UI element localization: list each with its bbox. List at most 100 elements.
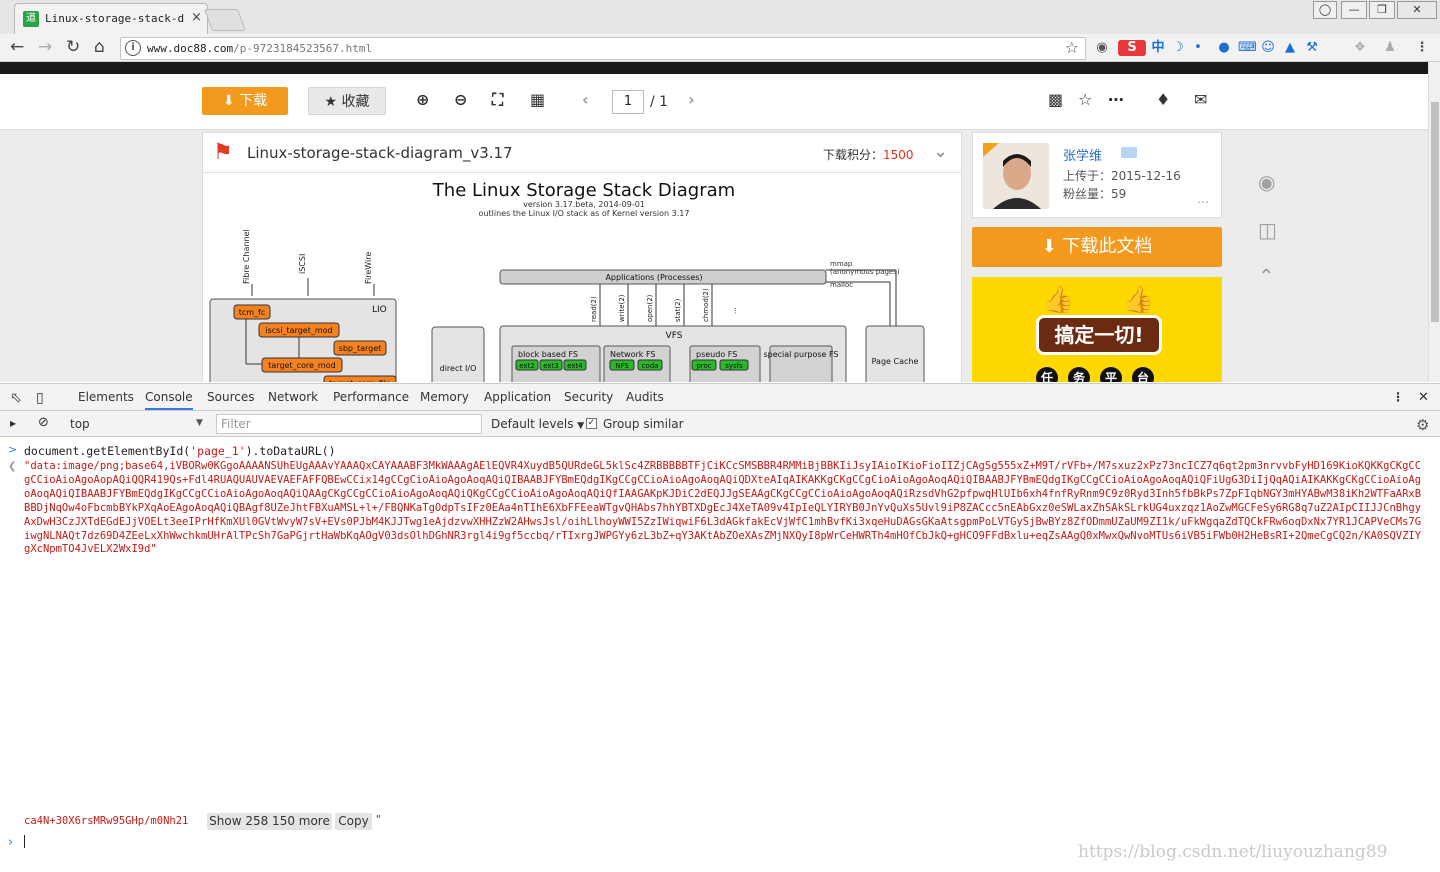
- console-output-area[interactable]: > document.getElementById('page_1').toDa…: [0, 437, 1440, 872]
- log-levels-select[interactable]: Default levels ▼: [491, 417, 584, 431]
- vfs-label: VFS: [666, 331, 683, 341]
- applications-label: Applications (Processes): [605, 273, 702, 282]
- lio-target-core-mod: target_core_mod: [268, 361, 335, 370]
- back-to-top-icon[interactable]: ⌃: [1258, 264, 1275, 288]
- uploader-card: 张学维 上传于：2015-12-16 粉丝量：59 ⋯: [972, 132, 1222, 218]
- forward-arrow-icon[interactable]: →: [38, 37, 52, 57]
- download-button[interactable]: ⬇ 下载: [202, 87, 288, 115]
- ad-banner[interactable]: 👍 👍 搞定一切! 任 务 平 台: [972, 277, 1222, 382]
- bell-icon[interactable]: ♦: [1156, 90, 1170, 109]
- tab-security[interactable]: Security: [564, 390, 613, 404]
- scrollbar-thumb[interactable]: [1431, 102, 1439, 322]
- qrcode-icon[interactable]: ▩: [1048, 90, 1063, 109]
- bookmark-star-icon[interactable]: ☆: [1065, 38, 1079, 57]
- output-arrow-icon: ❮: [8, 461, 17, 472]
- address-bar[interactable]: i www.doc88.com/p-9723184523567.html ☆: [120, 37, 1086, 60]
- favorite-button[interactable]: ★ 收藏: [308, 87, 386, 115]
- tab-elements[interactable]: Elements: [78, 390, 134, 404]
- extension-globe-icon[interactable]: ◉: [1094, 40, 1110, 56]
- console-input-caret[interactable]: [24, 835, 25, 848]
- ime-user-icon[interactable]: ☺: [1260, 40, 1276, 56]
- chevron-down-icon[interactable]: ⌄: [933, 141, 948, 162]
- syscall-chmod: chmod(2): [702, 288, 710, 322]
- zoom-in-icon[interactable]: ⊕: [416, 90, 429, 109]
- site-info-icon[interactable]: i: [125, 40, 141, 56]
- ime-mic-icon[interactable]: ●: [1216, 40, 1232, 56]
- url-text: www.doc88.com/p-9723184523567.html: [147, 42, 372, 55]
- site-header-strip: [0, 62, 1428, 74]
- tab-close-icon[interactable]: ×: [191, 10, 202, 25]
- clear-console-icon[interactable]: ⊘: [38, 415, 49, 430]
- avatar[interactable]: [983, 143, 1049, 209]
- star-outline-icon[interactable]: ☆: [1078, 90, 1092, 109]
- ime-punct-icon[interactable]: •: [1190, 40, 1206, 56]
- user-profile-button[interactable]: ◯: [1313, 1, 1337, 19]
- tab-sources[interactable]: Sources: [207, 390, 254, 404]
- watermark: https://blog.csdn.net/liuyouzhang89: [1078, 842, 1388, 862]
- next-page-icon[interactable]: ›: [688, 90, 695, 109]
- ime-chinese-icon[interactable]: 中: [1150, 40, 1166, 56]
- browser-tab[interactable]: 道 Linux-storage-stack-di ×: [14, 3, 208, 34]
- download-document-label: 下载此文档: [1062, 236, 1153, 257]
- sidebar-toggle-icon[interactable]: ▸: [10, 416, 16, 430]
- restore-button[interactable]: ❐: [1369, 1, 1395, 19]
- wechat-share-icon[interactable]: ◉: [1258, 170, 1275, 194]
- group-similar-checkbox[interactable]: ✓: [586, 418, 597, 429]
- page-scrollbar[interactable]: [1428, 62, 1440, 382]
- input-prompt-icon: >: [8, 443, 18, 456]
- tab-memory[interactable]: Memory: [420, 390, 469, 404]
- uploader-name[interactable]: 张学维: [1063, 145, 1102, 164]
- tab-performance[interactable]: Performance: [333, 390, 409, 404]
- more-dots-icon[interactable]: ⋯: [1197, 195, 1209, 209]
- tab-application[interactable]: Application: [484, 390, 551, 404]
- more-dots-icon[interactable]: ⋯: [1108, 90, 1124, 109]
- ime-tools-icon[interactable]: ⚒: [1304, 40, 1320, 56]
- log-levels-label: Default levels: [491, 417, 574, 431]
- minimize-button[interactable]: —: [1341, 1, 1367, 19]
- network-fs-label: Network FS: [610, 350, 655, 359]
- new-tab-button[interactable]: [203, 9, 247, 31]
- tab-network[interactable]: Network: [268, 390, 318, 404]
- fullscreen-icon[interactable]: ⛶: [492, 90, 503, 110]
- ad-ball: 务: [1068, 367, 1090, 382]
- context-selector[interactable]: top: [70, 417, 90, 431]
- reload-icon[interactable]: ↻: [66, 37, 80, 57]
- pdf-icon: ⚑: [213, 140, 233, 165]
- context-dropdown-icon[interactable]: ▼: [196, 418, 203, 428]
- page-number-input[interactable]: 1: [612, 90, 644, 114]
- back-arrow-icon[interactable]: ←: [10, 37, 24, 57]
- console-filter-input[interactable]: Filter: [216, 414, 482, 434]
- mail-icon[interactable]: [1121, 147, 1137, 158]
- sogou-ime-icon[interactable]: S: [1118, 40, 1146, 56]
- lio-iscsi-target: iscsi_target_mod: [265, 326, 332, 335]
- devtools-menu-icon[interactable]: ⋮: [1392, 390, 1404, 404]
- show-more-button[interactable]: Show 258 150 more: [207, 813, 332, 830]
- home-icon[interactable]: ⌂: [94, 37, 105, 57]
- console-settings-gear-icon[interactable]: ⚙: [1416, 416, 1429, 434]
- device-toolbar-icon[interactable]: ▯: [36, 390, 44, 406]
- grid-view-icon[interactable]: ▦: [530, 90, 545, 109]
- ime-skin-icon[interactable]: ▲: [1282, 40, 1298, 56]
- console-result-string: "data:image/png;base64,iVBORw0KGgoAAAANS…: [24, 460, 1422, 556]
- copy-button[interactable]: Copy: [335, 813, 372, 830]
- syscall-read: read(2): [590, 296, 598, 322]
- extension-person-icon[interactable]: ♟: [1382, 40, 1398, 56]
- inspect-element-icon[interactable]: ⬁: [10, 390, 22, 406]
- close-window-button[interactable]: ✕: [1397, 1, 1437, 19]
- fs-nfs: NFS: [615, 362, 629, 370]
- browser-menu-icon[interactable]: ⋮: [1414, 40, 1430, 56]
- extension-puzzle-icon[interactable]: ❖: [1352, 40, 1368, 56]
- prev-page-icon[interactable]: ‹: [582, 90, 589, 109]
- message-icon[interactable]: ✉: [1194, 90, 1207, 109]
- zoom-out-icon[interactable]: ⊖: [454, 90, 467, 109]
- devtools-tabbar: ⬁ ▯ Elements Console Sources Network Per…: [0, 383, 1440, 411]
- download-label: 下载: [239, 93, 268, 109]
- browser-toolbar: ← → ↻ ⌂ i www.doc88.com/p-9723184523567.…: [0, 34, 1440, 62]
- devtools-close-icon[interactable]: ✕: [1418, 390, 1429, 405]
- ime-moon-icon[interactable]: ☽: [1170, 40, 1186, 56]
- download-document-button[interactable]: ⬇ 下载此文档: [972, 227, 1222, 267]
- ime-keyboard-icon[interactable]: ⌨: [1238, 40, 1257, 56]
- app-download-icon[interactable]: ◫: [1258, 218, 1277, 242]
- tab-audits[interactable]: Audits: [626, 390, 664, 404]
- tab-console[interactable]: Console: [145, 390, 193, 410]
